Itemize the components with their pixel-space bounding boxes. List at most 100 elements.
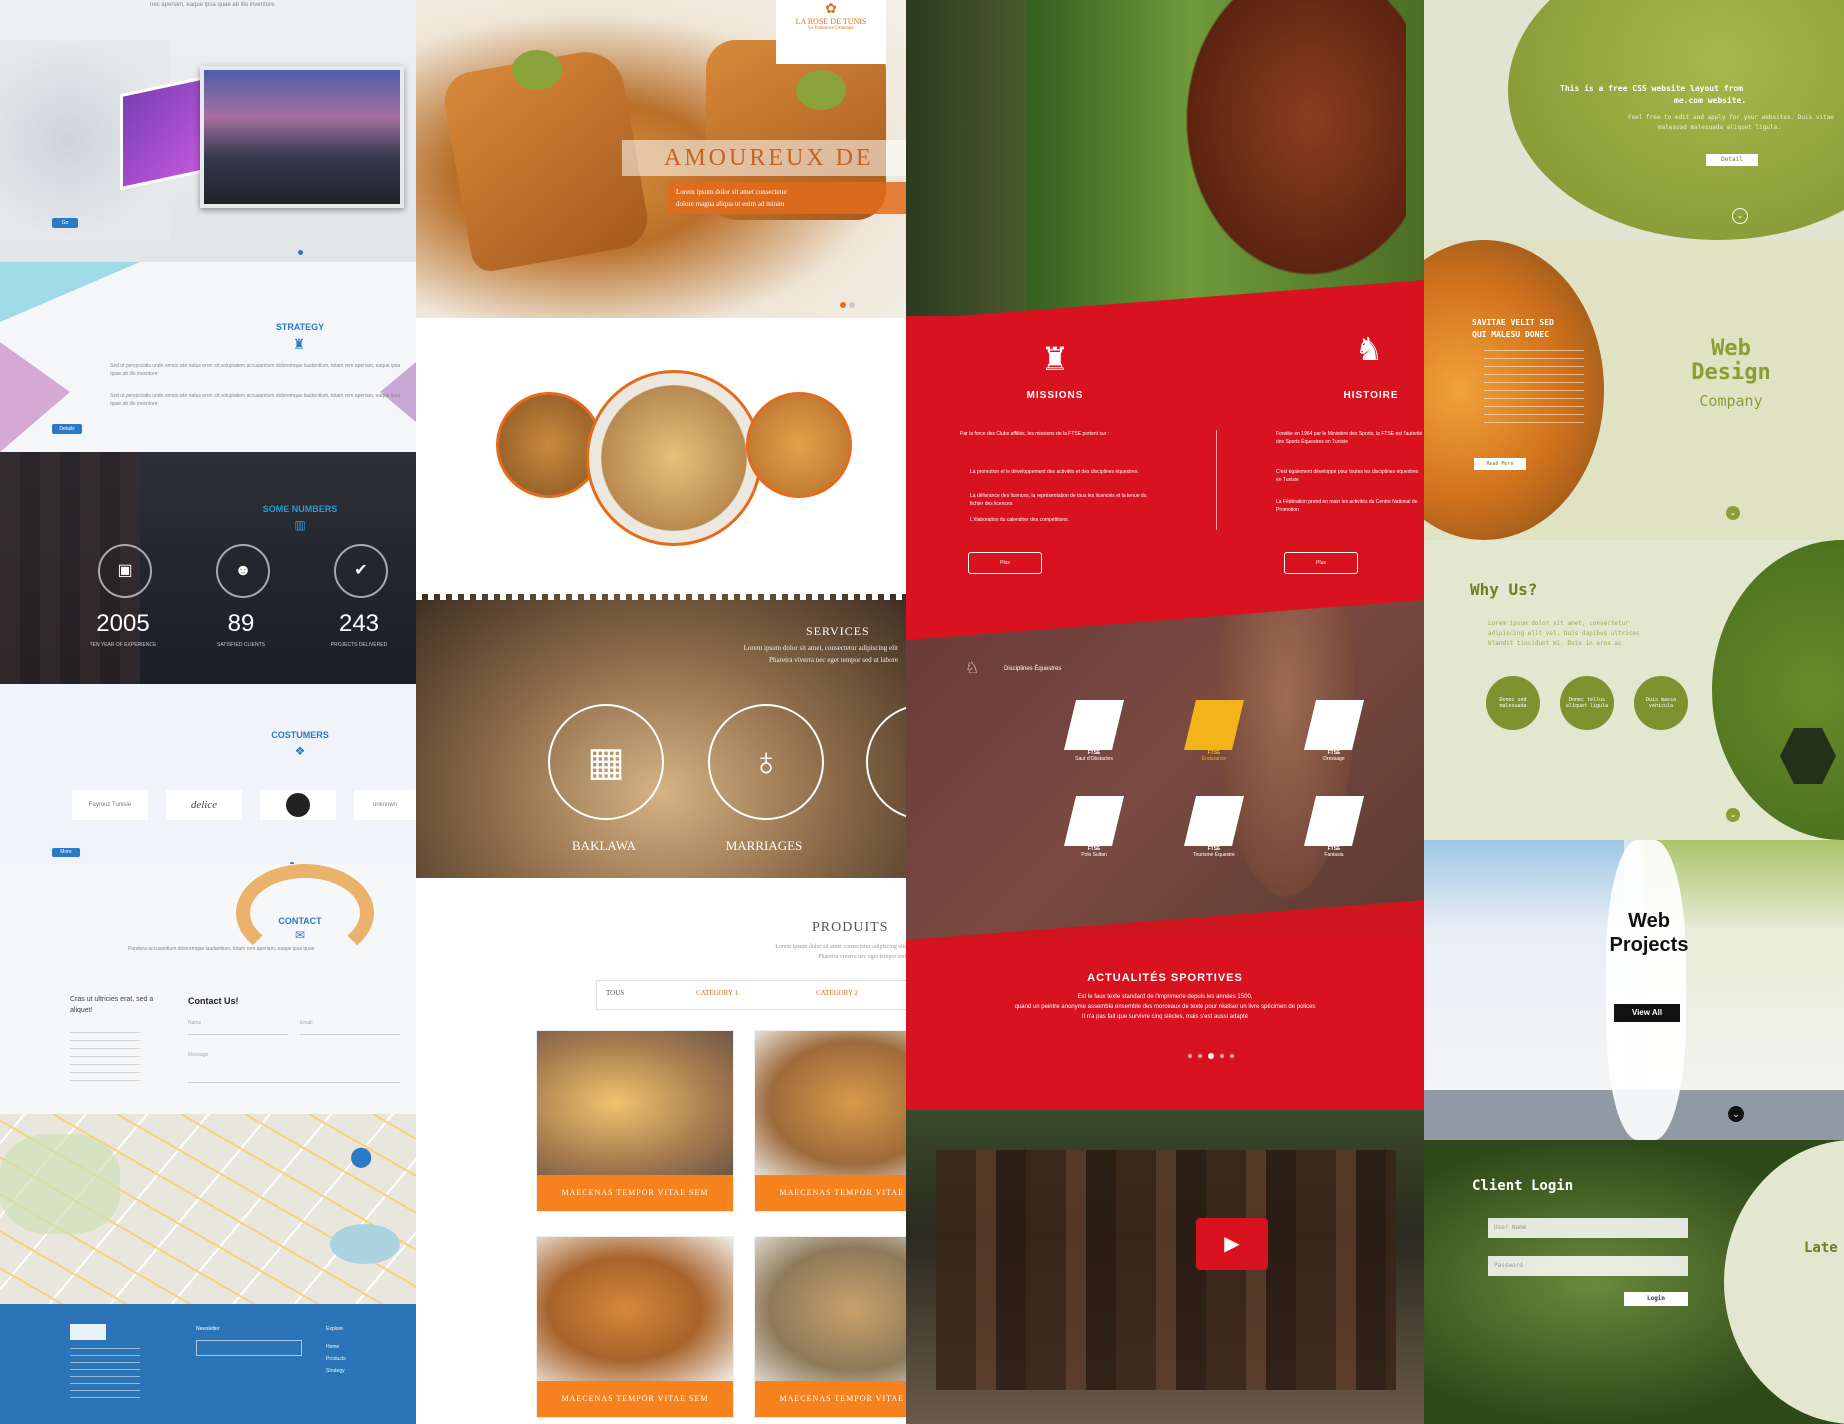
newsletter-input[interactable] [196,1340,302,1356]
password-field[interactable]: Password [1488,1256,1688,1276]
discipline-card[interactable]: FTSE Fantasia [1284,796,1384,876]
footer-link-strategy[interactable]: Strategy [326,1368,345,1374]
footer-link-products[interactable]: Products [326,1356,346,1362]
discipline-card[interactable]: FTSE Tourisme Équestre [1164,796,1264,876]
news-slider-dot[interactable] [1220,1054,1224,1058]
play-icon[interactable]: ▶ [1196,1218,1268,1270]
clients-more-button[interactable]: More [52,848,80,857]
stat-label-clients: SATISFIED CLIENTS [217,642,265,648]
missions-item-3: L'élaboration du calendrier des compétit… [970,517,1070,523]
product-image [537,1237,733,1381]
footer-section: Newsletter Explore Home Products Strateg… [0,1304,416,1424]
savitae-title-2: QUI MALESU DONEC [1472,330,1550,339]
footer-logo [70,1324,106,1340]
email-field[interactable]: Email [300,1020,400,1035]
why-text-2: adipiscing elit vel, Duis dapibus ultric… [1488,630,1640,637]
news-slider-dot[interactable] [1188,1054,1192,1058]
web-design-section: SAVITAE VELIT SED QUI MALESU DONEC Read … [1424,240,1844,540]
chevron-down-icon[interactable]: ⌄ [1726,506,1740,520]
login-button[interactable]: Login [1624,1292,1688,1306]
missions-item-1: La promotion et le développement des act… [970,469,1139,475]
wavy-border [416,594,906,600]
numbers-section: SOME NUMBERS ▥ ▣ ☻ ✔ 2005 89 243 TEN YEA… [0,452,416,684]
filter-category-2[interactable]: CATEGORY 2 [816,989,858,997]
filter-category-1[interactable]: CATEGORY 1 [696,989,738,997]
featured-pastry-right[interactable] [746,392,852,498]
race-video[interactable]: ▶ [906,1110,1424,1424]
client-logo-other: unknown [354,790,416,820]
client-login-title: Client Login [1472,1178,1574,1194]
contact-icon: ✉ [294,928,306,942]
savitae-body-text [1484,350,1584,430]
filter-bar [596,980,906,1010]
products-text-1: Lorem ipsum dolor sit amet consectetur a… [775,944,906,950]
product-card[interactable]: MAECENAS TEMPOR VITAE SEM [536,1030,734,1212]
detail-button[interactable]: Detail [1706,154,1758,166]
polo-icon [1064,796,1124,846]
product-card[interactable]: MAECENAS TEMPOR VITAE SEM [754,1236,906,1418]
why-us-title: Why Us? [1470,580,1538,599]
product-card[interactable]: MAECENAS TEMPOR VITAE SEM [754,1030,906,1212]
pink-triangle-shape [0,342,70,452]
discipline-card[interactable]: FTSE Dressage [1284,700,1384,780]
chevron-down-icon[interactable]: ⌄ [1726,808,1740,822]
product-image [537,1031,733,1175]
template-preview-patisserie: ✿ LA ROSE DE TUNIS Le Patisserie Orienta… [416,0,906,1424]
featured-pastry-center[interactable] [586,370,762,546]
dressage-icon [1304,700,1364,750]
discipline-card[interactable]: FTSE Endurance [1164,700,1264,780]
username-field[interactable]: User Name [1488,1218,1688,1238]
template-preview-corporate: nec aperiam, eaque ipsa quae ab illo inv… [0,0,416,1424]
strategy-text-1: Sed ut perspiciatis unde omnis iste natu… [110,363,401,377]
discipline-card[interactable]: FTSE Saut d'Obstacles [1044,700,1144,780]
view-all-button[interactable]: View All [1614,1004,1680,1022]
newsletter-label: Newsletter [196,1326,220,1332]
chevron-down-icon[interactable]: ⌄ [1732,208,1748,224]
service-label-baklawa: BAKLAWA [572,838,636,853]
web-projects-title-2: Projects [1609,934,1689,956]
knight-icon: ♞ [1354,331,1384,367]
product-image [755,1031,906,1175]
contact-section: CONTACT ✉ Pandora accusantium doloremque… [0,864,416,1114]
why-text-1: Lorem ipsum dolor sit amet, consectetur [1488,620,1629,627]
news-slider-dot[interactable] [1198,1054,1202,1058]
wedding-cake-icon[interactable]: ♁ [708,704,824,820]
baklawa-service-icon[interactable]: ▦ [548,704,664,820]
products-title: PRODUITS [812,920,889,935]
clients-section: COSTUMERS ❖ Fayrouz Tunisie delice unkno… [0,684,416,866]
next-service-icon[interactable] [866,704,906,820]
hero-go-button[interactable]: Go [52,218,78,228]
read-more-button[interactable]: Read More [1474,458,1526,470]
strategy-details-button[interactable]: Details [52,424,82,434]
chevron-down-icon[interactable]: ⌄ [1728,1106,1744,1122]
why-circle-2[interactable]: Donec tellus aliquet ligula [1560,676,1614,730]
message-field[interactable]: Message [188,1052,400,1083]
pistachio-topping-2 [796,70,846,110]
news-title: ACTUALITÉS SPORTIVES [1087,972,1243,984]
client-logo-delice: delice [166,790,242,820]
why-circle-1[interactable]: Donec sed malesuada [1486,676,1540,730]
discipline-card[interactable]: FTSE Polo Sultan [1044,796,1144,876]
name-field[interactable]: Name [188,1020,288,1035]
filter-all[interactable]: TOUS [606,989,624,997]
news-slider-dot[interactable] [1230,1054,1234,1058]
map-pin-icon[interactable]: ⬤ [350,1144,372,1169]
map-green-area [0,1134,120,1234]
horse-logo-icon: ♘ [964,660,980,677]
services-text-1: Lorem ipsum dolor sit amet, consectetur … [743,644,898,652]
tree-trunk [906,0,1026,316]
equestrian-tourism-icon [1184,796,1244,846]
news-slider-dot-active[interactable] [1208,1053,1214,1059]
missions-plus-button[interactable]: Plus [968,552,1042,574]
why-circle-3[interactable]: Duis massa vehicula [1634,676,1688,730]
hero-slider-dot-1[interactable] [840,302,846,308]
map-section[interactable]: ⬤ [0,1114,416,1304]
slider-dot[interactable] [298,250,303,255]
histoire-plus-button[interactable]: Plus [1284,552,1358,574]
footer-link-home[interactable]: Home [326,1344,339,1350]
hero-slider-dot-2[interactable] [849,302,855,308]
product-card[interactable]: MAECENAS TEMPOR VITAE SEM [536,1236,734,1418]
disciplines-grid: FTSE Saut d'Obstacles FTSE Endurance FTS… [1044,700,1424,900]
client-logo-fayrouz: Fayrouz Tunisie [72,790,148,820]
missions-section: ♜ MISSIONS ♞ HISTOIRE Par la force des C… [906,280,1424,640]
